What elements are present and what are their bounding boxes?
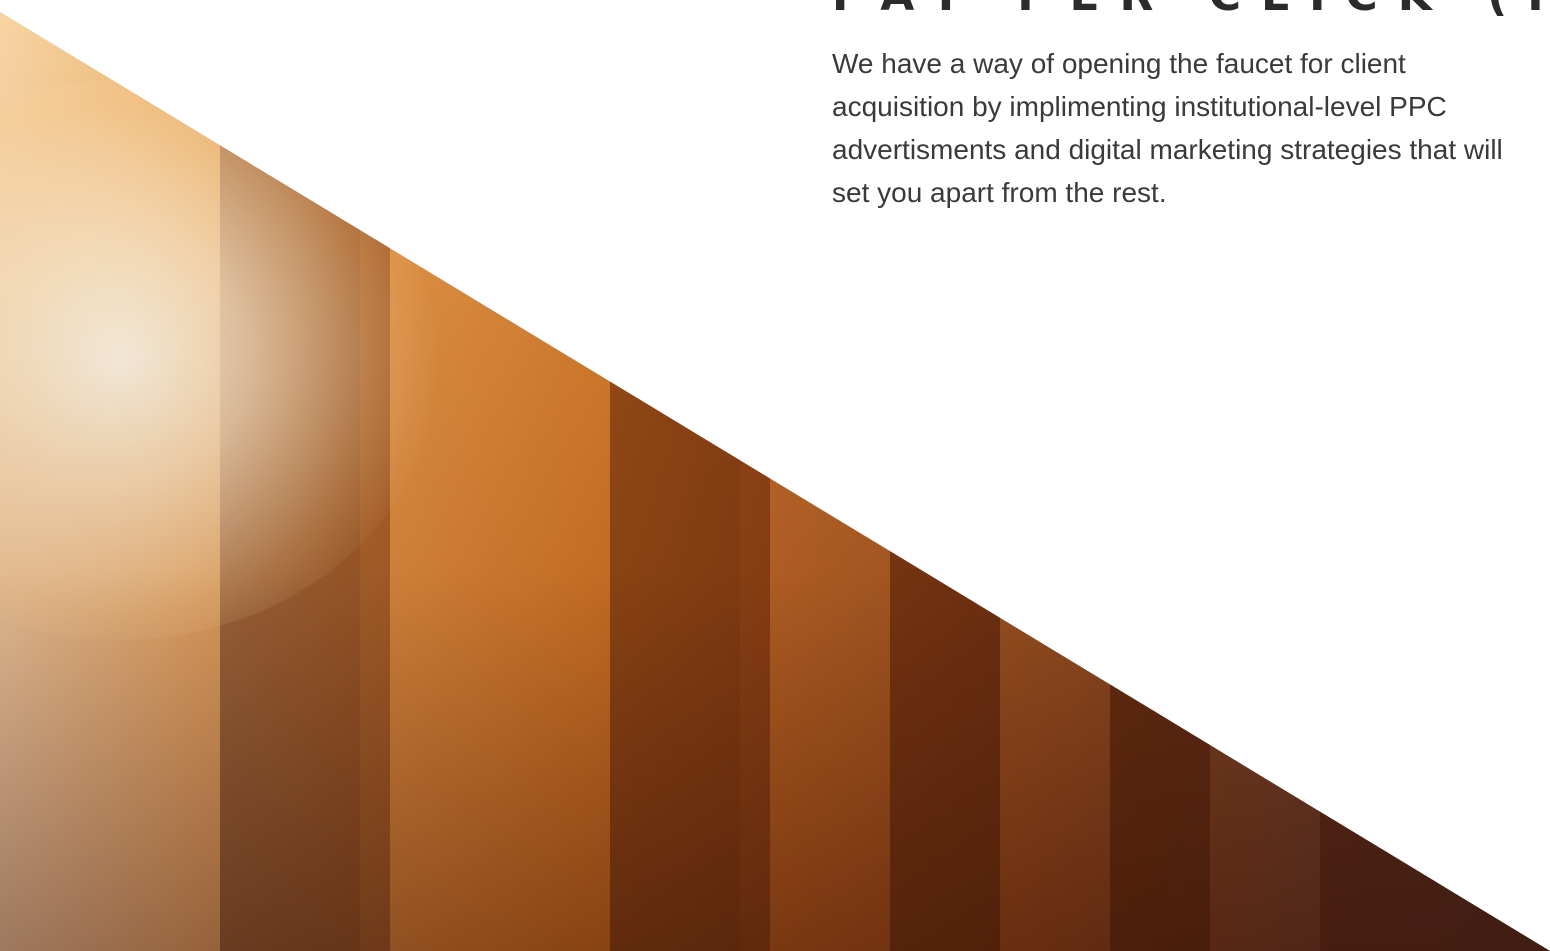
ppc-text-block: PAY PER CLICK (PPC) We have a way of ope… [832,0,1550,214]
ppc-section: PAY PER CLICK (PPC) We have a way of ope… [0,0,1550,951]
section-heading: PAY PER CLICK (PPC) [832,0,1550,22]
section-description: We have a way of opening the faucet for … [832,48,1503,208]
